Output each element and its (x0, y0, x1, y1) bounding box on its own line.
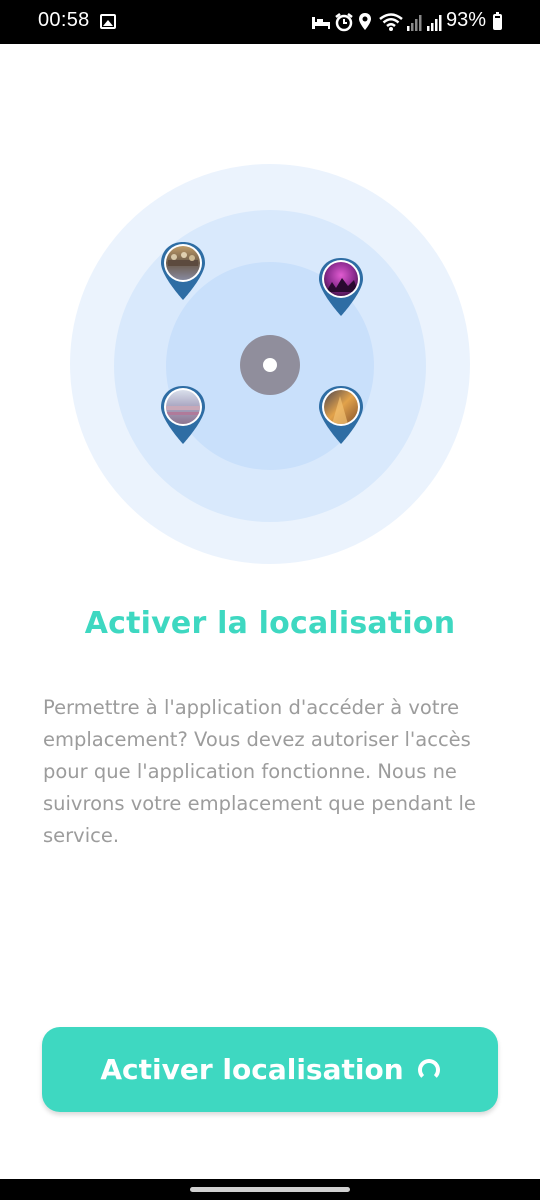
battery-icon (493, 12, 502, 30)
place-pin-icon (319, 258, 363, 316)
sleep-icon (312, 17, 330, 29)
place-pin-icon (319, 386, 363, 444)
activate-location-label: Activer localisation (100, 1053, 404, 1086)
wifi-icon (379, 13, 403, 31)
activate-location-button[interactable]: Activer localisation (42, 1027, 498, 1112)
status-bar: 00:58 93% (0, 0, 540, 44)
location-illustration (70, 164, 470, 564)
alarm-icon (335, 13, 353, 32)
page-title: Activer la localisation (84, 606, 456, 641)
home-gesture-handle[interactable] (190, 1187, 350, 1192)
battery-percent: 93% (446, 9, 487, 31)
loading-spinner-icon (417, 1058, 440, 1081)
place-pin-icon (161, 242, 205, 300)
navigation-bar (0, 1179, 540, 1200)
gallery-icon (100, 14, 116, 29)
status-time: 00:58 (38, 9, 90, 31)
signal-icon (407, 15, 422, 31)
place-pin-icon (161, 386, 205, 444)
user-location-dot (240, 335, 300, 395)
location-icon (359, 13, 371, 30)
signal-icon (427, 15, 442, 31)
permission-description: Permettre à l'application d'accéder à vo… (43, 696, 476, 847)
